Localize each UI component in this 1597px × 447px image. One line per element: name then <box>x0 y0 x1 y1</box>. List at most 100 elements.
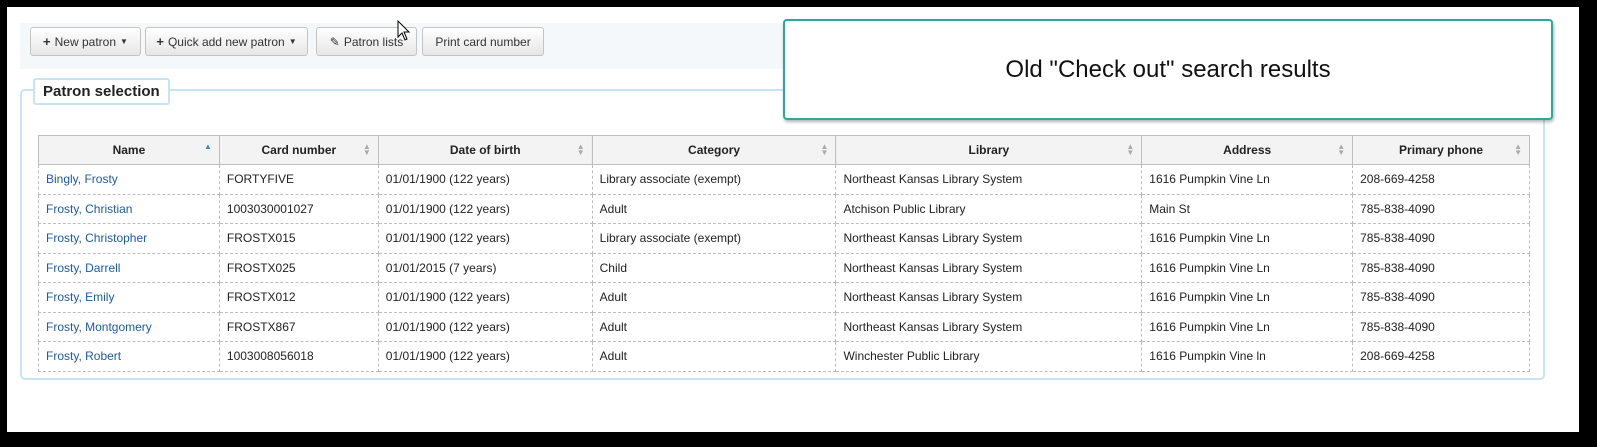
plus-icon: + <box>156 34 164 49</box>
table-cell: FROSTX012 <box>218 282 379 313</box>
table-cell: 785-838-4090 <box>1352 223 1530 254</box>
table-cell: 1616 Pumpkin Vine Ln <box>1141 223 1354 254</box>
table-cell: 01/01/1900 (122 years) <box>377 282 593 313</box>
sort-icon: ▲ ▼ <box>820 142 829 157</box>
table-cell: Frosty, Christian <box>38 193 220 224</box>
table-cell: 1616 Pumpkin Vine Ln <box>1141 164 1354 195</box>
quick-add-patron-button[interactable]: + Quick add new patron ▼ <box>145 27 308 56</box>
table-cell: 1003030001027 <box>218 193 379 224</box>
patron-name-link[interactable]: Frosty, Christian <box>46 202 132 216</box>
table-cell: Frosty, Darrell <box>38 252 220 283</box>
table-cell: Frosty, Emily <box>38 282 220 313</box>
table-cell: 1616 Pumpkin Vine ln <box>1141 341 1354 372</box>
plus-icon: + <box>43 34 51 49</box>
table-cell: Frosty, Montgomery <box>38 311 220 342</box>
table-cell: 01/01/1900 (122 years) <box>377 193 593 224</box>
table-cell: Adult <box>591 193 837 224</box>
table-cell: Frosty, Christopher <box>38 223 220 254</box>
table-row: Frosty, Christopher FROSTX015 01/01/1900 (… <box>38 223 1530 254</box>
table-cell: Northeast Kansas Library System <box>835 223 1143 254</box>
column-header-label: Address <box>1223 143 1272 157</box>
table-cell: 01/01/1900 (122 years) <box>377 341 593 372</box>
table-cell: FROSTX025 <box>218 252 379 283</box>
patron-name-link[interactable]: Bingly, Frosty <box>46 172 118 186</box>
table-row: Frosty, Robert 1003008056018 01/01/1900 (1… <box>38 341 1530 372</box>
table-cell: 01/01/1900 (122 years) <box>377 223 593 254</box>
table-cell: FORTYFIVE <box>218 164 379 195</box>
patron-name-link[interactable]: Frosty, Christopher <box>46 231 147 245</box>
print-card-number-button[interactable]: Print card number <box>422 27 544 56</box>
table-cell: Adult <box>591 311 837 342</box>
section-title: Patron selection <box>33 78 170 105</box>
table-cell: Bingly, Frosty <box>38 164 220 195</box>
column-header-label: Primary phone <box>1399 143 1484 157</box>
table-cell: 785-838-4090 <box>1352 252 1530 283</box>
caret-down-icon: ▼ <box>288 37 297 46</box>
table-cell: 208-669-4258 <box>1352 164 1530 195</box>
column-header-category[interactable]: Category ▲ ▼ <box>591 135 837 165</box>
table-cell: Northeast Kansas Library System <box>835 252 1143 283</box>
table-cell: 785-838-4090 <box>1352 282 1530 313</box>
sort-ascending-icon: ▲ <box>203 142 212 151</box>
table-cell: 01/01/1900 (122 years) <box>377 311 593 342</box>
table-cell: Frosty, Robert <box>38 341 220 372</box>
edit-icon: ✎ <box>329 34 340 49</box>
table-row: Frosty, Emily FROSTX012 01/01/1900 (122 ye… <box>38 282 1530 313</box>
caret-down-icon: ▼ <box>120 37 128 46</box>
patron-results-table: Name ▲ Card number ▲ ▼ Date of birth ▲ ▼ Categor… <box>38 135 1530 372</box>
table-cell: 1616 Pumpkin Vine Ln <box>1141 311 1354 342</box>
column-header-primary-phone[interactable]: Primary phone ▲ ▼ <box>1352 135 1530 165</box>
sort-icon: ▲ ▼ <box>1126 142 1135 157</box>
patron-name-link[interactable]: Frosty, Emily <box>46 290 114 304</box>
table-row: Frosty, Darrell FROSTX025 01/01/2015 (7 ye… <box>38 252 1530 283</box>
table-cell: Northeast Kansas Library System <box>835 282 1143 313</box>
table-row: Frosty, Montgomery FROSTX867 01/01/1900 (1… <box>38 311 1530 342</box>
column-header-label: Date of birth <box>449 143 521 157</box>
table-header-row: Name ▲ Card number ▲ ▼ Date of birth ▲ ▼ Categor… <box>38 135 1530 165</box>
table-cell: 1003008056018 <box>218 341 379 372</box>
table-cell: 01/01/1900 (122 years) <box>377 164 593 195</box>
new-patron-label: New patron <box>54 34 117 49</box>
column-header-label: Category <box>688 143 741 157</box>
column-header-label: Library <box>968 143 1010 157</box>
app-frame: + New patron ▼ + Quick add new patron ▼ … <box>7 7 1579 432</box>
annotation-callout: Old "Check out" search results <box>783 19 1553 120</box>
column-header-library[interactable]: Library ▲ ▼ <box>835 135 1143 165</box>
table-cell: FROSTX015 <box>218 223 379 254</box>
table-cell: 208-669-4258 <box>1352 341 1530 372</box>
table-cell: 1616 Pumpkin Vine Ln <box>1141 252 1354 283</box>
column-header-name[interactable]: Name ▲ <box>38 135 220 165</box>
column-header-card-number[interactable]: Card number ▲ ▼ <box>218 135 379 165</box>
table-cell: Winchester Public Library <box>835 341 1143 372</box>
print-card-label: Print card number <box>435 34 531 49</box>
table-cell: Main St <box>1141 193 1354 224</box>
column-header-address[interactable]: Address ▲ ▼ <box>1141 135 1354 165</box>
new-patron-button[interactable]: + New patron ▼ <box>30 27 141 56</box>
table-row: Frosty, Christian 1003030001027 01/01/1900… <box>38 193 1530 224</box>
annotation-text: Old "Check out" search results <box>1005 55 1331 83</box>
mouse-cursor-icon <box>397 20 411 41</box>
column-header-label: Card number <box>261 143 337 157</box>
column-header-label: Name <box>112 143 146 157</box>
sort-icon: ▲ ▼ <box>1514 142 1522 157</box>
table-cell: FROSTX867 <box>218 311 379 342</box>
table-cell: 785-838-4090 <box>1352 193 1530 224</box>
table-cell: 01/01/2015 (7 years) <box>377 252 593 283</box>
patron-name-link[interactable]: Frosty, Darrell <box>46 261 120 275</box>
sort-icon: ▲ ▼ <box>362 142 371 157</box>
quick-add-label: Quick add new patron <box>167 34 285 49</box>
column-header-date-of-birth[interactable]: Date of birth ▲ ▼ <box>377 135 593 165</box>
sort-icon: ▲ ▼ <box>576 142 585 157</box>
patron-name-link[interactable]: Frosty, Montgomery <box>46 320 152 334</box>
table-row: Bingly, Frosty FORTYFIVE 01/01/1900 (122 y… <box>38 164 1530 195</box>
table-cell: Adult <box>591 341 837 372</box>
table-cell: Atchison Public Library <box>835 193 1143 224</box>
sort-icon: ▲ ▼ <box>1337 142 1346 157</box>
table-cell: Library associate (exempt) <box>591 223 837 254</box>
table-cell: 785-838-4090 <box>1352 311 1530 342</box>
table-cell: Northeast Kansas Library System <box>835 164 1143 195</box>
table-cell: Library associate (exempt) <box>591 164 837 195</box>
table-cell: Adult <box>591 282 837 313</box>
patron-name-link[interactable]: Frosty, Robert <box>46 349 121 363</box>
table-cell: Child <box>591 252 837 283</box>
